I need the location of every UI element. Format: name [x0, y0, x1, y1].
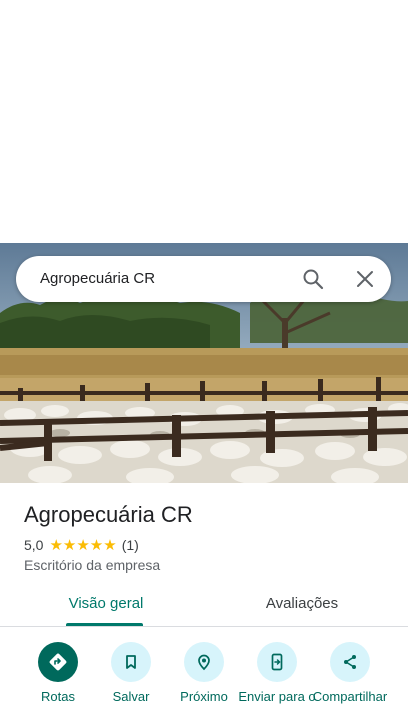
review-count: (1): [121, 537, 139, 553]
place-category: Escritório da empresa: [24, 557, 161, 573]
map-area: [0, 0, 408, 243]
nearby-button[interactable]: Próximo: [162, 642, 246, 704]
send-to-phone-button[interactable]: Enviar para o: [235, 642, 319, 704]
directions-icon: [38, 642, 78, 682]
nearby-label: Próximo: [180, 689, 228, 704]
share-icon: [330, 642, 370, 682]
share-button[interactable]: Compartilhar: [308, 642, 392, 704]
tab-reviews[interactable]: Avaliações: [196, 595, 408, 615]
save-button[interactable]: Salvar: [89, 642, 173, 704]
search-input[interactable]: Agropecuária CR: [40, 270, 155, 287]
place-title: Agropecuária CR: [24, 502, 193, 527]
search-bar[interactable]: Agropecuária CR: [16, 256, 391, 302]
send-to-phone-icon: [257, 642, 297, 682]
rating-stars-icon: ★★★★★: [49, 537, 117, 554]
search-icon[interactable]: [302, 268, 324, 290]
nearby-icon: [184, 642, 224, 682]
directions-button[interactable]: Rotas: [16, 642, 100, 704]
save-label: Salvar: [112, 689, 150, 704]
tab-overview[interactable]: Visão geral: [0, 595, 212, 615]
close-icon[interactable]: [354, 268, 376, 290]
rating-value: 5,0: [24, 537, 44, 553]
send-to-phone-label: Enviar para o: [238, 689, 316, 704]
tab-divider: [0, 626, 408, 627]
directions-label: Rotas: [41, 689, 75, 704]
share-label: Compartilhar: [312, 689, 388, 704]
rating-row[interactable]: 5,0 ★★★★★ (1): [24, 536, 139, 554]
bookmark-icon: [111, 642, 151, 682]
